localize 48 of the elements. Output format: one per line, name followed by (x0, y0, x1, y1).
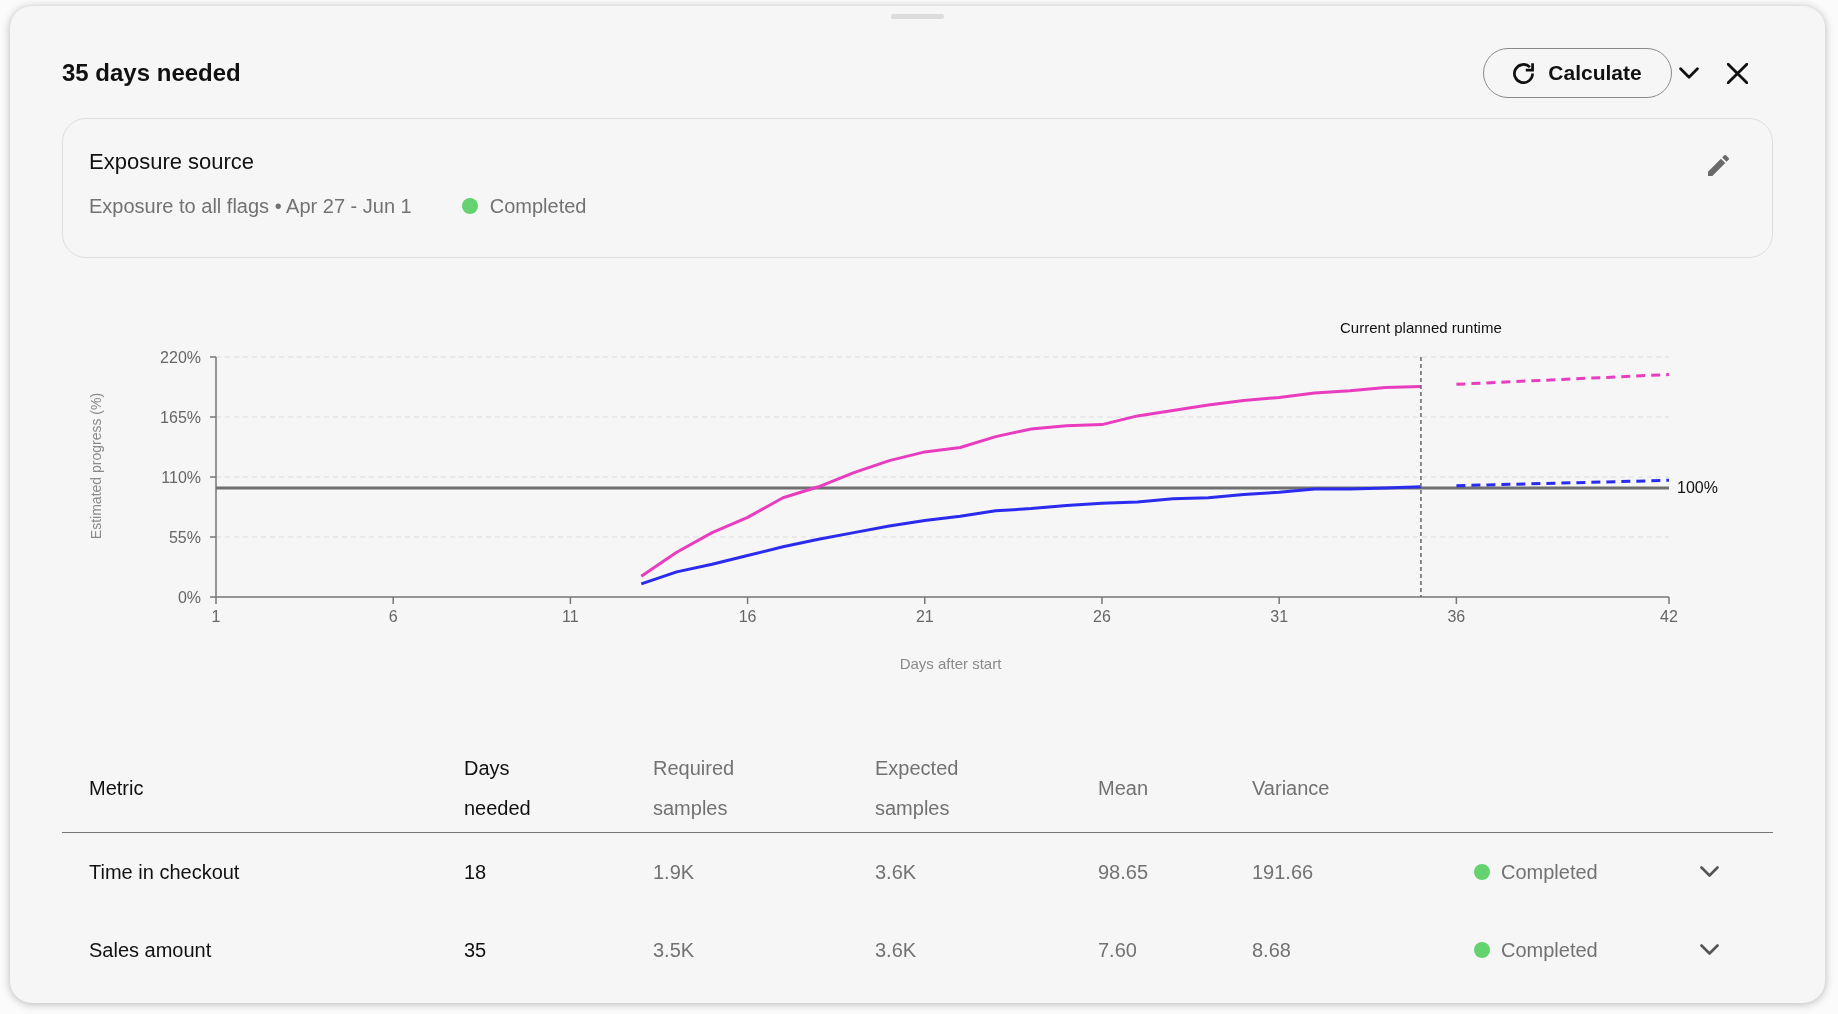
column-header: Days needed (464, 756, 532, 821)
table-cell: 191.66 (1252, 860, 1314, 883)
table-cell: 1.9K (653, 860, 695, 883)
axis-tick-label: 36 (1447, 607, 1466, 625)
table-cell: 3.6K (875, 938, 917, 961)
column-header: Required samples (653, 756, 736, 821)
axis-title: Days after start (899, 654, 1002, 672)
runtime-marker-label: Current planned runtime (1340, 318, 1502, 336)
axis-tick-label: 21 (915, 607, 934, 625)
close-icon (1727, 62, 1748, 84)
table-cell: 3.5K (653, 938, 695, 961)
status-label: Completed (1501, 937, 1598, 963)
column-header: Mean (1098, 776, 1149, 801)
panel-title: 35 days needed (62, 58, 241, 88)
column-header: Expected samples (875, 756, 960, 821)
axis-tick-label: 26 (1093, 607, 1111, 625)
reference-label: 100% (1677, 479, 1718, 497)
axis-title: Estimated progress (%) (88, 392, 104, 540)
table-cell: Sales amount (89, 938, 212, 961)
calculate-button[interactable]: Calculate (1483, 48, 1672, 98)
axis-tick-label: 110% (161, 468, 201, 486)
table-cell: 18 (464, 860, 487, 883)
card-title: Exposure source (89, 148, 256, 176)
axis-tick-label: 165% (160, 408, 201, 426)
pencil-icon (1708, 155, 1729, 176)
table-cell: 35 (464, 938, 487, 961)
table-cell: Time in checkout (89, 860, 240, 883)
status-label: Completed (1501, 859, 1598, 885)
axis-tick-label: 11 (562, 607, 579, 625)
axis-tick-label: 55% (168, 528, 201, 546)
drag-handle[interactable] (891, 14, 944, 19)
status-label: Completed (489, 194, 587, 219)
chevron-down-icon (1679, 67, 1699, 79)
axis-tick-label: 6 (388, 607, 398, 625)
axis-tick-label: 42 (1660, 607, 1678, 625)
table-cell: 3.6K (875, 860, 917, 883)
axis-tick-label: 1 (211, 607, 221, 625)
table-cell: 8.68 (1252, 938, 1291, 961)
refresh-icon (1513, 62, 1535, 84)
exposure-description: Exposure to all flags • Apr 27 - Jun 1 (89, 194, 412, 219)
column-header: Metric (89, 776, 144, 801)
axis-tick-label: 220% (160, 348, 201, 366)
axis-tick-label: 16 (738, 607, 757, 625)
table-cell: 7.60 (1098, 938, 1137, 961)
column-header: Variance (1252, 776, 1330, 801)
axis-tick-label: 0% (177, 588, 201, 606)
table-cell: 98.65 (1098, 860, 1149, 883)
axis-tick-label: 31 (1270, 607, 1289, 625)
